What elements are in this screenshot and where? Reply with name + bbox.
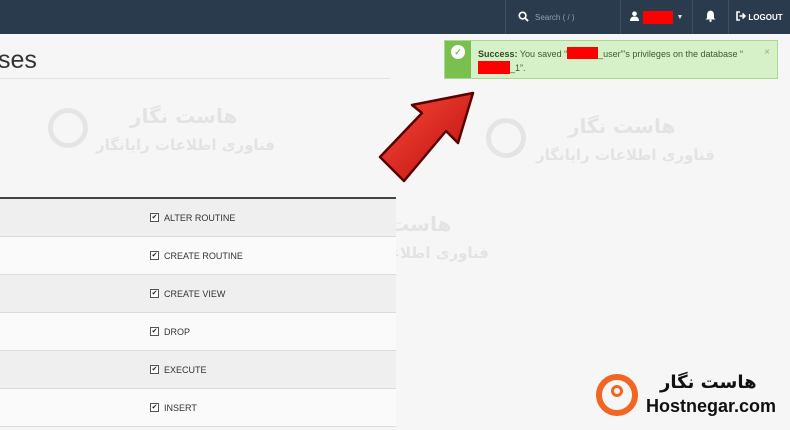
privilege-checkbox[interactable]: ✔	[150, 403, 159, 412]
table-row: ✔ CREATE VIEW	[0, 275, 396, 313]
table-row: ✔ EXECUTE	[0, 351, 396, 389]
chevron-down-icon: ▼	[676, 13, 684, 21]
brand-logo: هاست نگار Hostnegar.com	[596, 372, 786, 422]
logout-icon	[736, 11, 747, 23]
logo-text-fa: هاست نگار	[660, 372, 757, 393]
privilege-checkbox[interactable]: ✔	[150, 365, 159, 374]
search-placeholder: Search ( / )	[535, 12, 575, 22]
alert-label: Success:	[478, 49, 518, 59]
watermark: هاست نگار فناوری اطلاعات رایانگار	[48, 100, 288, 170]
logo-dot	[611, 385, 623, 397]
table-row: ✔ INSERT	[0, 389, 396, 427]
alert-text-2: _user”’s privileges on the database “	[598, 49, 743, 59]
redacted-database	[478, 61, 510, 74]
annotation-arrow	[378, 91, 475, 183]
privilege-checkbox[interactable]: ✔	[150, 251, 159, 260]
privilege-label: CREATE VIEW	[164, 288, 226, 299]
privilege-label: DROP	[164, 326, 191, 337]
privilege-label: CREATE ROUTINE	[164, 250, 243, 261]
check-circle-icon: ✓	[451, 45, 465, 59]
redacted-username	[567, 47, 599, 59]
watermark: هاست نگار فناوری اطلاعات رایانگار	[486, 110, 726, 180]
close-icon[interactable]: ×	[764, 47, 770, 58]
privilege-label: ALTER ROUTINE	[164, 212, 236, 223]
success-alert: ✓ Success: You saved “ _user”’s privilege…	[444, 40, 778, 79]
privilege-checkbox[interactable]: ✔	[150, 213, 159, 222]
privilege-checkbox[interactable]: ✔	[150, 327, 159, 336]
privilege-checkbox[interactable]: ✔	[150, 289, 159, 298]
user-icon	[629, 11, 639, 23]
alert-icon-strip: ✓	[445, 41, 471, 78]
bell-icon	[705, 10, 716, 24]
page-title: ses	[0, 46, 37, 74]
logo-text-en: Hostnegar.com	[646, 396, 777, 416]
table-row: ✔ CREATE ROUTINE	[0, 237, 396, 275]
logout-button[interactable]: LOGOUT	[728, 0, 790, 34]
notifications-button[interactable]	[692, 0, 728, 34]
logout-label: LOGOUT	[748, 12, 783, 22]
redacted-username	[642, 10, 673, 24]
search-box[interactable]: Search ( / )	[505, 0, 620, 34]
user-menu[interactable]: ▼	[620, 0, 692, 34]
alert-message: Success: You saved “ _user”’s privileges …	[478, 47, 763, 75]
alert-text-3: _1”.	[510, 63, 526, 73]
table-row: ✔ DROP	[0, 313, 396, 351]
search-icon	[518, 10, 529, 24]
title-divider	[0, 78, 390, 79]
privilege-label: EXECUTE	[164, 364, 207, 375]
privileges-table: ✔ ALTER ROUTINE ✔ CREATE ROUTINE ✔ CREAT…	[0, 197, 396, 427]
privilege-label: INSERT	[164, 402, 197, 413]
table-row: ✔ ALTER ROUTINE	[0, 199, 396, 237]
alert-text-1: You saved “	[519, 49, 568, 59]
top-navbar: Search ( / ) ▼ LOGOUT	[0, 0, 790, 34]
